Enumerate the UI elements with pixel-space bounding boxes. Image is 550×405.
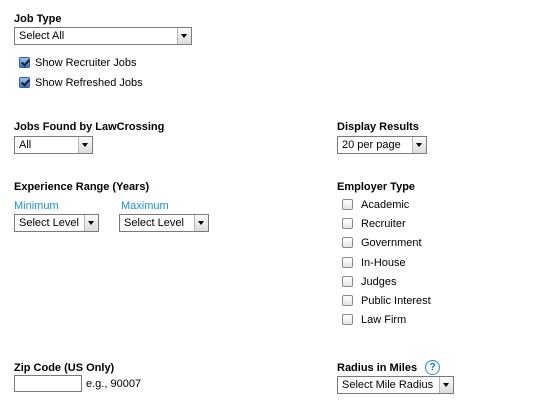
employer-type-label: Law Firm <box>361 314 407 326</box>
maximum-experience-value: Select Level <box>124 217 184 229</box>
job-type-select[interactable]: Select All <box>14 27 192 45</box>
zip-code-input[interactable] <box>14 375 82 392</box>
show-recruiter-jobs-checkbox[interactable] <box>19 57 30 68</box>
employer-type-law-firm-checkbox[interactable] <box>342 314 353 325</box>
radius-select-value: Select Mile Radius <box>342 379 434 391</box>
chevron-down-icon <box>78 137 92 153</box>
show-refreshed-jobs-label: Show Refreshed Jobs <box>35 77 143 89</box>
minimum-experience-select[interactable]: Select Level <box>14 214 99 232</box>
employer-type-label: Academic <box>361 199 410 211</box>
maximum-experience-select[interactable]: Select Level <box>119 214 209 232</box>
employer-type-public-interest-checkbox[interactable] <box>342 295 353 306</box>
job-type-heading: Job Type <box>14 13 62 25</box>
show-refreshed-jobs-checkbox[interactable] <box>19 77 30 88</box>
employer-type-in-house-checkbox[interactable] <box>342 257 353 268</box>
jobs-found-heading: Jobs Found by LawCrossing <box>14 121 165 133</box>
radius-heading: Radius in Miles <box>337 362 418 374</box>
employer-type-heading: Employer Type <box>337 181 416 193</box>
display-results-select-value: 20 per page <box>342 139 401 151</box>
employer-type-recruiter-checkbox[interactable] <box>342 218 353 229</box>
radius-select[interactable]: Select Mile Radius <box>337 376 454 394</box>
zip-code-heading: Zip Code (US Only) <box>14 362 115 374</box>
job-type-select-value: Select All <box>19 30 65 42</box>
employer-type-label: Judges <box>361 276 397 288</box>
jobs-found-select[interactable]: All <box>14 136 93 154</box>
employer-type-label: Government <box>361 237 422 249</box>
display-results-select[interactable]: 20 per page <box>337 136 427 154</box>
chevron-down-icon <box>84 215 98 231</box>
chevron-down-icon <box>194 215 208 231</box>
employer-type-label: In-House <box>361 257 406 269</box>
employer-type-judges-checkbox[interactable] <box>342 276 353 287</box>
help-icon[interactable]: ? <box>425 360 440 375</box>
minimum-label: Minimum <box>14 200 59 212</box>
jobs-found-select-value: All <box>19 139 32 151</box>
employer-type-label: Recruiter <box>361 218 406 230</box>
employer-type-government-checkbox[interactable] <box>342 237 353 248</box>
show-recruiter-jobs-label: Show Recruiter Jobs <box>35 57 137 69</box>
experience-range-heading: Experience Range (Years) <box>14 181 150 193</box>
employer-type-label: Public Interest <box>361 295 431 307</box>
chevron-down-icon <box>177 28 191 44</box>
chevron-down-icon <box>439 377 453 393</box>
display-results-heading: Display Results <box>337 121 419 133</box>
zip-code-example: e.g., 90007 <box>86 378 142 390</box>
chevron-down-icon <box>412 137 426 153</box>
maximum-label: Maximum <box>121 200 169 212</box>
minimum-experience-value: Select Level <box>19 217 79 229</box>
employer-type-academic-checkbox[interactable] <box>342 199 353 210</box>
